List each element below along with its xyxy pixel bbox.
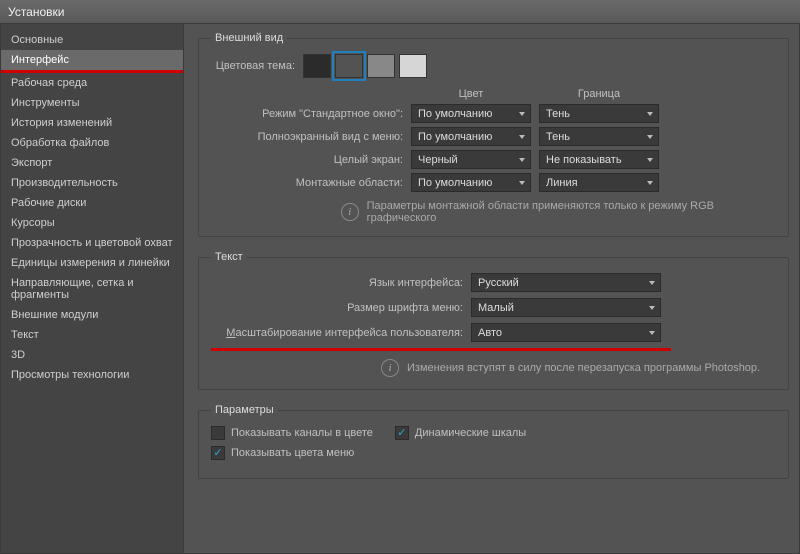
sidebar-item-interface[interactable]: Интерфейс [1, 50, 183, 70]
select-font-size[interactable]: Малый [471, 298, 661, 317]
annotation-redline-main [211, 348, 671, 351]
sidebar-item-tools[interactable]: Инструменты [1, 93, 183, 113]
window-titlebar: Установки [0, 0, 800, 24]
sidebar-item-cursors[interactable]: Курсоры [1, 213, 183, 233]
select-fullscreen-menu-border[interactable]: Тень [539, 127, 659, 146]
checkbox-icon [211, 426, 225, 440]
text-info: i Изменения вступят в силу после перезап… [381, 359, 776, 377]
select-artboards-color[interactable]: По умолчанию [411, 173, 531, 192]
sidebar-item-file-handling[interactable]: Обработка файлов [1, 133, 183, 153]
sidebar-item-3d[interactable]: 3D [1, 345, 183, 365]
sidebar-item-type[interactable]: Текст [1, 325, 183, 345]
info-icon: i [341, 203, 359, 221]
header-border: Граница [539, 88, 659, 100]
sidebar-item-transparency[interactable]: Прозрачность и цветовой охват [1, 233, 183, 253]
sidebar-item-plugins[interactable]: Внешние модули [1, 305, 183, 325]
swatch-darkest[interactable] [303, 54, 331, 78]
sidebar-item-guides[interactable]: Направляющие, сетка и фрагменты [1, 273, 183, 305]
color-theme-swatches [303, 54, 427, 78]
text-info-text: Изменения вступят в силу после перезапус… [407, 362, 760, 374]
mode-label-fullscreen-menu: Полноэкранный вид с меню: [211, 131, 411, 143]
swatch-dark[interactable] [335, 54, 363, 78]
select-ui-scale[interactable]: Авто [471, 323, 661, 342]
checkbox-dynamic-scales[interactable]: Динамические шкалы [395, 426, 526, 440]
checkbox-icon [211, 446, 225, 460]
group-params-legend: Параметры [211, 404, 278, 416]
select-fullscreen-menu-color[interactable]: По умолчанию [411, 127, 531, 146]
main-panel: Внешний вид Цветовая тема: Цвет Граница … [184, 24, 799, 553]
select-standard-color[interactable]: По умолчанию [411, 104, 531, 123]
select-language[interactable]: Русский [471, 273, 661, 292]
window-body: Основные Интерфейс Рабочая среда Инструм… [0, 24, 800, 554]
info-icon: i [381, 359, 399, 377]
sidebar-item-scratch-disks[interactable]: Рабочие диски [1, 193, 183, 213]
group-params: Параметры Показывать каналы в цвете Дина… [198, 404, 789, 479]
sidebar-item-workspace[interactable]: Рабочая среда [1, 73, 183, 93]
swatch-lightest[interactable] [399, 54, 427, 78]
sidebar-item-history[interactable]: История изменений [1, 113, 183, 133]
checkbox-icon [395, 426, 409, 440]
checkbox-show-menu-colors-label: Показывать цвета меню [231, 447, 354, 459]
font-size-label: Размер шрифта меню: [211, 302, 471, 314]
mode-label-standard: Режим "Стандартное окно": [211, 108, 411, 120]
select-artboards-border[interactable]: Линия [539, 173, 659, 192]
group-text: Текст Язык интерфейса: Русский Размер шр… [198, 251, 789, 390]
mode-row-fullscreen: Целый экран: Черный Не показывать [211, 150, 776, 169]
select-fullscreen-color[interactable]: Черный [411, 150, 531, 169]
lang-label: Язык интерфейса: [211, 277, 471, 289]
window-title: Установки [8, 5, 64, 19]
header-color: Цвет [411, 88, 531, 100]
checkbox-show-channels[interactable]: Показывать каналы в цвете [211, 426, 373, 440]
mode-row-standard: Режим "Стандартное окно": По умолчанию Т… [211, 104, 776, 123]
group-appearance: Внешний вид Цветовая тема: Цвет Граница … [198, 32, 789, 237]
checkbox-dynamic-scales-label: Динамические шкалы [415, 427, 526, 439]
mode-label-artboards: Монтажные области: [211, 177, 411, 189]
checkbox-show-menu-colors[interactable]: Показывать цвета меню [211, 446, 354, 460]
group-appearance-legend: Внешний вид [211, 32, 287, 44]
mode-row-artboards: Монтажные области: По умолчанию Линия [211, 173, 776, 192]
group-text-legend: Текст [211, 251, 247, 263]
checkbox-show-channels-label: Показывать каналы в цвете [231, 427, 373, 439]
mode-label-fullscreen: Целый экран: [211, 154, 411, 166]
select-fullscreen-border[interactable]: Не показывать [539, 150, 659, 169]
sidebar-item-units[interactable]: Единицы измерения и линейки [1, 253, 183, 273]
select-standard-border[interactable]: Тень [539, 104, 659, 123]
appearance-info: i Параметры монтажной области применяютс… [341, 200, 776, 224]
mode-row-fullscreen-menu: Полноэкранный вид с меню: По умолчанию Т… [211, 127, 776, 146]
appearance-info-text: Параметры монтажной области применяются … [367, 200, 776, 224]
sidebar-item-general[interactable]: Основные [1, 30, 183, 50]
ui-scale-label: Масштабирование интерфейса пользователя: [211, 327, 471, 339]
sidebar-item-tech-preview[interactable]: Просмотры технологии [1, 365, 183, 385]
sidebar-item-export[interactable]: Экспорт [1, 153, 183, 173]
sidebar: Основные Интерфейс Рабочая среда Инструм… [1, 24, 184, 553]
swatch-light[interactable] [367, 54, 395, 78]
color-theme-label: Цветовая тема: [211, 60, 303, 72]
sidebar-item-performance[interactable]: Производительность [1, 173, 183, 193]
mode-grid-headers: Цвет Граница [211, 88, 776, 100]
